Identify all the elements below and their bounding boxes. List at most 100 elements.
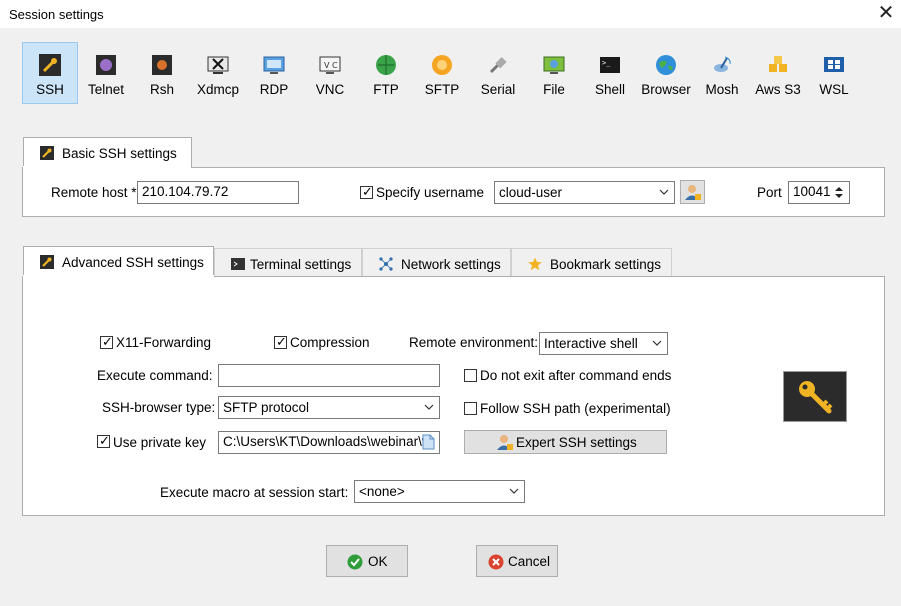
port-value: 10041 [793, 184, 831, 199]
port-input[interactable]: 10041 [788, 181, 850, 204]
tab-terminal-settings[interactable]: Terminal settings [214, 248, 362, 278]
x-circle-icon [488, 554, 504, 570]
specify-username-checkbox[interactable]: ✓ [360, 184, 373, 199]
execute-macro-label: Execute macro at session start: [160, 485, 349, 500]
check-circle-icon [347, 554, 363, 570]
remote-host-input[interactable]: 210.104.79.72 [137, 181, 299, 204]
terminal-icon [231, 258, 245, 270]
session-type-shell[interactable]: >_ Shell [582, 42, 638, 104]
remote-environment-value: Interactive shell [544, 336, 638, 351]
check-mark-icon: ✓ [102, 334, 113, 349]
check-mark-icon: ✓ [362, 184, 373, 199]
star-icon [528, 257, 542, 271]
do-not-exit-checkbox[interactable] [464, 369, 477, 382]
svg-text:V C: V C [324, 61, 338, 70]
tab-advanced-ssh-settings[interactable]: Advanced SSH settings [23, 246, 214, 278]
use-private-key-checkbox[interactable]: ✓ [97, 433, 110, 448]
do-not-exit-label: Do not exit after command ends [480, 368, 672, 383]
rsh-icon [152, 55, 172, 75]
follow-ssh-path-checkbox[interactable] [464, 402, 477, 415]
session-type-sftp[interactable]: SFTP [414, 42, 470, 104]
session-type-vnc[interactable]: V C VNC [302, 42, 358, 104]
session-type-wsl[interactable]: WSL [806, 42, 862, 104]
session-type-file[interactable]: File [526, 42, 582, 104]
ssh-browser-type-value: SFTP protocol [223, 400, 310, 415]
compression-checkbox[interactable]: ✓ [274, 334, 287, 349]
remote-host-label: Remote host * [51, 185, 137, 200]
username-value: cloud-user [499, 185, 563, 200]
close-icon[interactable]: ✕ [876, 3, 896, 23]
private-key-path-input[interactable]: C:\Users\KT\Downloads\webinar\w [218, 431, 440, 454]
tab-label: Network settings [401, 257, 501, 272]
tab-label: Basic SSH settings [62, 146, 177, 161]
x11-forwarding-checkbox[interactable]: ✓ [100, 334, 113, 349]
tab-basic-ssh-settings[interactable]: Basic SSH settings [23, 137, 192, 169]
chevron-down-icon [424, 404, 434, 410]
session-type-rdp[interactable]: RDP [246, 42, 302, 104]
specify-username-label: Specify username [376, 185, 485, 200]
tab-bookmark-settings[interactable]: Bookmark settings [511, 248, 672, 278]
cancel-button[interactable]: Cancel [476, 545, 558, 577]
browser-globe-icon [656, 55, 676, 75]
user-gear-icon [497, 435, 513, 450]
execute-command-input[interactable] [218, 364, 440, 387]
wrench-icon [40, 146, 54, 160]
windows-icon [824, 57, 844, 72]
session-type-label: WSL [819, 82, 849, 97]
telnet-icon [96, 55, 116, 75]
file-monitor-icon [543, 56, 565, 74]
chevron-down-icon [509, 488, 519, 494]
rdp-monitor-icon [263, 56, 285, 74]
private-key-path-value: C:\Users\KT\Downloads\webinar\w [223, 434, 432, 449]
ssh-browser-type-select[interactable]: SFTP protocol [218, 396, 440, 419]
user-manager-button[interactable] [680, 180, 705, 204]
svg-text:>_: >_ [602, 59, 611, 67]
chevron-down-icon [659, 189, 669, 195]
shell-terminal-icon: >_ [600, 57, 620, 73]
window-title: Session settings [9, 7, 104, 22]
tab-joint [23, 275, 214, 278]
session-type-browser[interactable]: Browser [638, 42, 694, 104]
execute-macro-select[interactable]: <none> [354, 480, 525, 503]
session-type-aws-s3[interactable]: Aws S3 [750, 42, 806, 104]
key-shape [799, 381, 833, 414]
session-type-rsh[interactable]: Rsh [134, 42, 190, 104]
wrench-icon [40, 255, 54, 269]
check-mark-icon: ✓ [276, 334, 287, 349]
remote-environment-select[interactable]: Interactive shell [539, 332, 668, 355]
ftp-globe-icon [376, 55, 396, 75]
remote-environment-label: Remote environment: [409, 335, 539, 350]
expert-ssh-settings-button[interactable]: Expert SSH settings [464, 430, 667, 454]
session-type-telnet[interactable]: Telnet [78, 42, 134, 104]
session-type-xdmcp[interactable]: Xdmcp [190, 42, 246, 104]
session-type-ftp[interactable]: FTP [358, 42, 414, 104]
tab-label: Advanced SSH settings [62, 255, 204, 270]
session-type-mosh[interactable]: Mosh [694, 42, 750, 104]
tab-network-settings[interactable]: Network settings [362, 248, 511, 278]
cancel-label: Cancel [508, 554, 551, 569]
serial-plug-icon [489, 57, 507, 74]
xdmcp-icon [207, 56, 229, 74]
title-bar [0, 0, 901, 28]
port-label: Port [757, 185, 782, 200]
session-type-serial[interactable]: Serial [470, 42, 526, 104]
session-type-ssh[interactable]: SSH [22, 42, 78, 104]
ok-button[interactable]: OK [326, 545, 408, 577]
file-browse-icon[interactable] [422, 434, 435, 450]
check-mark-icon: ✓ [99, 433, 110, 448]
ok-label: OK [368, 554, 388, 569]
tab-label: Bookmark settings [550, 257, 662, 272]
username-combo[interactable]: cloud-user [494, 181, 675, 204]
sftp-icon [432, 55, 452, 75]
wrench-icon [39, 54, 61, 76]
user-icon [685, 185, 701, 200]
ssh-browser-type-label: SSH-browser type: [102, 400, 216, 415]
tab-label: Terminal settings [250, 257, 352, 272]
execute-macro-value: <none> [359, 484, 405, 499]
compression-label: Compression [290, 335, 370, 350]
spinner-arrows-icon[interactable] [833, 185, 845, 200]
tab-joint [23, 166, 191, 169]
vnc-icon: V C [319, 56, 341, 74]
mosh-satellite-icon [714, 56, 731, 72]
execute-command-label: Execute command: [97, 368, 213, 383]
